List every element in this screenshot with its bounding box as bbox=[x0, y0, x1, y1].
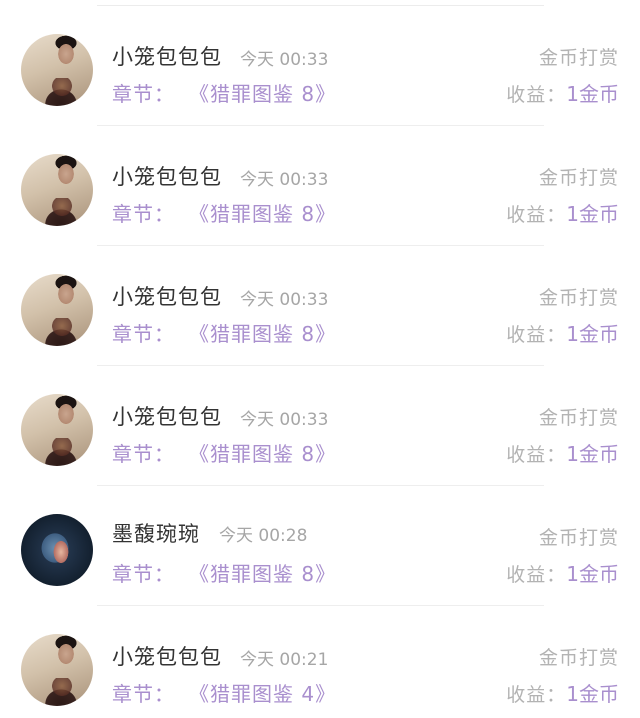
reward-item[interactable]: 小笼包包包 今天 00:21 金币打赏 章节： 《猎罪图鉴 4》 收益：1金币 bbox=[0, 606, 640, 718]
chapter-label: 章节： bbox=[112, 82, 175, 106]
chapter-label: 章节： bbox=[112, 322, 175, 346]
reward-item[interactable]: 小笼包包包 今天 00:33 金币打赏 章节： 《猎罪图鉴 8》 收益：1金币 bbox=[0, 366, 640, 486]
reward-time: 今天 00:33 bbox=[240, 290, 329, 310]
earnings-label: 收益： bbox=[506, 564, 567, 586]
earnings: 收益：1金币 bbox=[506, 78, 619, 107]
chapter-label: 章节： bbox=[112, 202, 175, 226]
earnings-label: 收益： bbox=[506, 444, 567, 466]
chapter-title[interactable]: 《猎罪图鉴 8》 bbox=[189, 82, 336, 106]
earnings-label: 收益： bbox=[506, 324, 567, 346]
reward-time: 今天 00:21 bbox=[240, 650, 329, 670]
chapter-title[interactable]: 《猎罪图鉴 8》 bbox=[189, 442, 336, 466]
earnings: 收益：1金币 bbox=[506, 678, 619, 707]
earnings-value: 1金币 bbox=[566, 322, 619, 346]
chapter-title[interactable]: 《猎罪图鉴 8》 bbox=[189, 202, 336, 226]
reward-time: 今天 00:33 bbox=[240, 170, 329, 190]
user-name[interactable]: 小笼包包包 bbox=[112, 41, 222, 71]
reward-type: 金币打赏 bbox=[538, 527, 619, 549]
user-avatar[interactable] bbox=[21, 34, 93, 106]
user-avatar[interactable] bbox=[21, 634, 93, 706]
user-avatar[interactable] bbox=[21, 394, 93, 466]
chapter-label: 章节： bbox=[112, 682, 175, 706]
chapter-label: 章节： bbox=[112, 442, 175, 466]
chapter-label: 章节： bbox=[112, 562, 175, 586]
reward-type: 金币打赏 bbox=[538, 407, 619, 429]
user-name[interactable]: 墨馥琬琬 bbox=[112, 518, 200, 548]
chapter-info[interactable]: 章节： 《猎罪图鉴 8》 bbox=[112, 318, 336, 347]
chapter-title[interactable]: 《猎罪图鉴 8》 bbox=[189, 322, 336, 346]
user-name[interactable]: 小笼包包包 bbox=[112, 401, 222, 431]
chapter-info[interactable]: 章节： 《猎罪图鉴 8》 bbox=[112, 438, 336, 467]
earnings: 收益：1金币 bbox=[506, 318, 619, 347]
reward-time: 今天 00:33 bbox=[240, 50, 329, 70]
reward-time: 今天 00:28 bbox=[219, 526, 308, 546]
earnings-value: 1金币 bbox=[566, 562, 619, 586]
earnings-value: 1金币 bbox=[566, 202, 619, 226]
reward-type: 金币打赏 bbox=[538, 287, 619, 309]
chapter-info[interactable]: 章节： 《猎罪图鉴 4》 bbox=[112, 678, 336, 707]
chapter-title[interactable]: 《猎罪图鉴 8》 bbox=[189, 562, 336, 586]
earnings: 收益：1金币 bbox=[506, 438, 619, 467]
earnings-label: 收益： bbox=[506, 684, 567, 706]
reward-type: 金币打赏 bbox=[538, 47, 619, 69]
earnings: 收益：1金币 bbox=[506, 198, 619, 227]
reward-type: 金币打赏 bbox=[538, 167, 619, 189]
user-avatar[interactable] bbox=[21, 154, 93, 226]
earnings-label: 收益： bbox=[506, 84, 567, 106]
earnings-value: 1金币 bbox=[566, 442, 619, 466]
chapter-info[interactable]: 章节： 《猎罪图鉴 8》 bbox=[112, 558, 336, 587]
earnings-value: 1金币 bbox=[566, 82, 619, 106]
earnings-label: 收益： bbox=[506, 204, 567, 226]
earnings: 收益：1金币 bbox=[506, 558, 619, 587]
reward-item[interactable]: 小笼包包包 今天 00:33 金币打赏 章节： 《猎罪图鉴 8》 收益：1金币 bbox=[0, 6, 640, 126]
chapter-info[interactable]: 章节： 《猎罪图鉴 8》 bbox=[112, 78, 336, 107]
reward-time: 今天 00:33 bbox=[240, 410, 329, 430]
user-avatar[interactable] bbox=[21, 274, 93, 346]
reward-item[interactable]: 墨馥琬琬 今天 00:28 金币打赏 章节： 《猎罪图鉴 8》 收益：1金币 bbox=[0, 486, 640, 606]
reward-type: 金币打赏 bbox=[538, 647, 619, 669]
user-name[interactable]: 小笼包包包 bbox=[112, 641, 222, 671]
user-name[interactable]: 小笼包包包 bbox=[112, 281, 222, 311]
chapter-info[interactable]: 章节： 《猎罪图鉴 8》 bbox=[112, 198, 336, 227]
user-avatar[interactable] bbox=[21, 514, 93, 586]
earnings-value: 1金币 bbox=[566, 682, 619, 706]
reward-item[interactable]: 小笼包包包 今天 00:33 金币打赏 章节： 《猎罪图鉴 8》 收益：1金币 bbox=[0, 126, 640, 246]
user-name[interactable]: 小笼包包包 bbox=[112, 161, 222, 191]
reward-list: 小笼包包包 今天 00:33 金币打赏 章节： 《猎罪图鉴 8》 收益：1金币 小… bbox=[0, 0, 640, 718]
reward-item[interactable]: 小笼包包包 今天 00:33 金币打赏 章节： 《猎罪图鉴 8》 收益：1金币 bbox=[0, 246, 640, 366]
chapter-title[interactable]: 《猎罪图鉴 4》 bbox=[189, 682, 336, 706]
